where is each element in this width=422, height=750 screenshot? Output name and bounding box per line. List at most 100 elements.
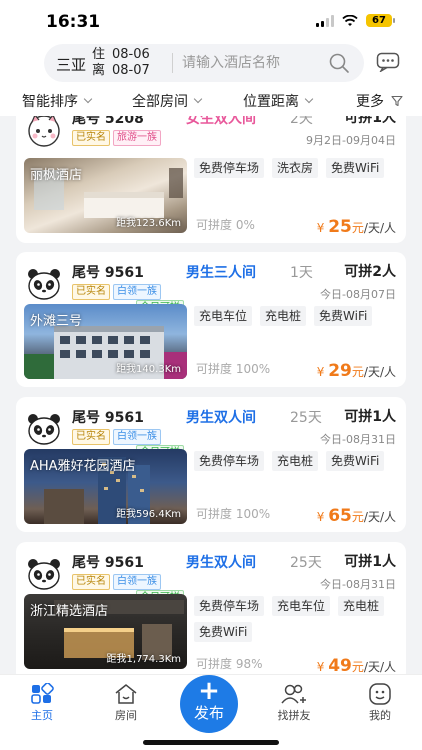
group-badge: 旅游一族 <box>113 130 161 146</box>
hotel-search-input[interactable] <box>182 53 322 73</box>
date-range: 今日-08月31日 <box>320 578 396 591</box>
amenity-tag: 充电桩 <box>260 306 307 326</box>
amenity-tag: 洗衣房 <box>272 158 319 178</box>
group-badge: 白领一族 <box>113 429 161 445</box>
checkin-label: 住 <box>92 47 106 62</box>
price: ¥ 65元/天/人 <box>317 506 396 526</box>
share-count: 可拼2人 <box>344 264 396 280</box>
listing-card[interactable]: 尾号 5208 女生双人间 2天 可拼1人 已实名 旅游一族 9月2日-09月0… <box>16 116 406 243</box>
duration: 2天 <box>290 116 313 127</box>
city-selector[interactable]: 三亚 <box>56 54 86 75</box>
tag-list: 已实名 白领一族 <box>72 429 161 445</box>
price-amount: 29 <box>328 361 352 381</box>
verified-badge: 已实名 <box>72 130 110 146</box>
search-divider <box>172 53 173 73</box>
amenity-tag: 充电桩 <box>272 451 319 471</box>
amenity-tag: 免费WiFi <box>326 158 385 178</box>
search-box[interactable]: 三亚 住 离 08-06 08-07 <box>44 44 364 82</box>
amenity-list: 充电车位 充电桩 免费WiFi <box>194 306 399 326</box>
price: ¥ 49元/天/人 <box>317 656 396 674</box>
search-icon[interactable] <box>328 52 350 74</box>
price-suffix: /天/人 <box>363 660 396 674</box>
filter-rooms[interactable]: 全部房间 <box>132 91 203 111</box>
listing-card[interactable]: 尾号 9561 男生双人间 25天 可拼1人 已实名 白领一族 今日可拼 今日-… <box>16 542 406 674</box>
chevron-down-icon <box>83 94 93 104</box>
status-bar: 16:31 67 <box>0 0 422 42</box>
price-unit: 元 <box>351 365 364 379</box>
wifi-icon <box>342 14 358 26</box>
listing-id: 尾号 5208 <box>72 116 144 127</box>
filter-more-label: 更多 <box>356 94 384 110</box>
tab-home[interactable]: 主页 <box>12 681 72 723</box>
filter-sort-label: 智能排序 <box>22 94 78 110</box>
price-amount: 65 <box>328 506 352 526</box>
hotel-thumbnail[interactable]: 丽枫酒店 距我123.6Km <box>24 158 187 233</box>
publish-button[interactable]: + 发布 <box>180 675 238 733</box>
tab-bar: 主页 房间 + 发布 找拼友 我的 <box>0 674 422 750</box>
share-count: 可拼1人 <box>344 554 396 570</box>
chevron-down-icon <box>304 94 314 104</box>
add-friend-icon <box>281 684 306 704</box>
tab-find-partner-label: 找拼友 <box>277 709 311 722</box>
tag-list: 已实名 旅游一族 <box>72 130 161 146</box>
tab-mine-label: 我的 <box>369 709 391 722</box>
tag-list: 已实名 白领一族 <box>72 284 161 300</box>
signal-icon <box>316 14 334 27</box>
cat-avatar-icon <box>28 116 60 147</box>
checkout-label: 离 <box>92 63 106 78</box>
duration: 25天 <box>290 555 322 571</box>
hotel-thumbnail[interactable]: 外滩三号 距我140.3Km <box>24 304 187 379</box>
smiley-face-icon <box>369 683 391 705</box>
amenity-tag: 充电车位 <box>272 596 331 616</box>
hotel-name: 外滩三号 <box>30 314 83 329</box>
tab-rooms[interactable]: 房间 <box>96 681 156 723</box>
amenity-tag: 免费停车场 <box>194 451 265 471</box>
hotel-thumbnail[interactable]: AHA雅好花园酒店 距我596.4Km <box>24 449 187 524</box>
message-icon[interactable] <box>376 52 400 72</box>
publish-label: 发布 <box>193 704 224 722</box>
share-count: 可拼1人 <box>344 116 396 126</box>
hotel-name: 丽枫酒店 <box>30 168 83 183</box>
hotel-thumbnail[interactable]: 浙江精选酒店 距我1,774.3Km <box>24 594 187 669</box>
panda-avatar-icon <box>28 414 60 445</box>
distance: 距我596.4Km <box>116 509 181 520</box>
checkin-date: 08-06 <box>112 47 150 62</box>
checkout-date: 08-07 <box>112 63 150 78</box>
duration: 25天 <box>290 410 322 426</box>
price-suffix: /天/人 <box>363 510 396 524</box>
listing-card[interactable]: 尾号 9561 男生双人间 25天 可拼1人 已实名 白领一族 今日可拼 今日-… <box>16 397 406 532</box>
share-ratio: 可拼度 0% <box>196 218 255 232</box>
price-amount: 49 <box>328 656 352 674</box>
tab-mine[interactable]: 我的 <box>350 681 410 723</box>
amenity-tag: 免费停车场 <box>194 596 265 616</box>
filter-distance-label: 位置距离 <box>243 94 299 110</box>
room-type: 女生双人间 <box>186 116 256 127</box>
amenity-list: 免费停车场 充电车位 充电桩 免费WiFi <box>194 596 399 642</box>
panda-avatar-icon <box>28 269 60 300</box>
group-badge: 白领一族 <box>113 284 161 300</box>
filter-distance[interactable]: 位置距离 <box>243 91 314 111</box>
price-unit: 元 <box>351 221 364 235</box>
listing-card[interactable]: 尾号 9561 男生三人间 1天 可拼2人 已实名 白领一族 今日可拼 今日-0… <box>16 252 406 387</box>
distance: 距我140.3Km <box>116 364 181 375</box>
amenity-list: 免费停车场 洗衣房 免费WiFi <box>194 158 399 178</box>
share-count: 可拼1人 <box>344 409 396 425</box>
duration: 1天 <box>290 265 313 281</box>
filter-sort[interactable]: 智能排序 <box>22 91 93 111</box>
price-suffix: /天/人 <box>363 365 396 379</box>
price-amount: 25 <box>328 217 352 237</box>
distance: 距我123.6Km <box>116 218 181 229</box>
date-labels[interactable]: 住 离 <box>92 47 105 79</box>
amenity-tag: 免费WiFi <box>194 622 253 642</box>
plus-icon: + <box>198 676 220 706</box>
price-symbol: ¥ <box>316 365 325 379</box>
group-badge: 白领一族 <box>113 574 161 590</box>
tab-find-partner[interactable]: 找拼友 <box>264 681 324 723</box>
listing-id: 尾号 9561 <box>72 265 144 281</box>
date-picker[interactable]: 08-06 08-07 <box>112 47 150 79</box>
room-type: 男生双人间 <box>186 410 256 426</box>
price-suffix: /天/人 <box>363 221 396 235</box>
verified-badge: 已实名 <box>72 429 110 445</box>
distance: 距我1,774.3Km <box>106 654 181 665</box>
filter-more[interactable]: 更多 <box>356 91 403 111</box>
